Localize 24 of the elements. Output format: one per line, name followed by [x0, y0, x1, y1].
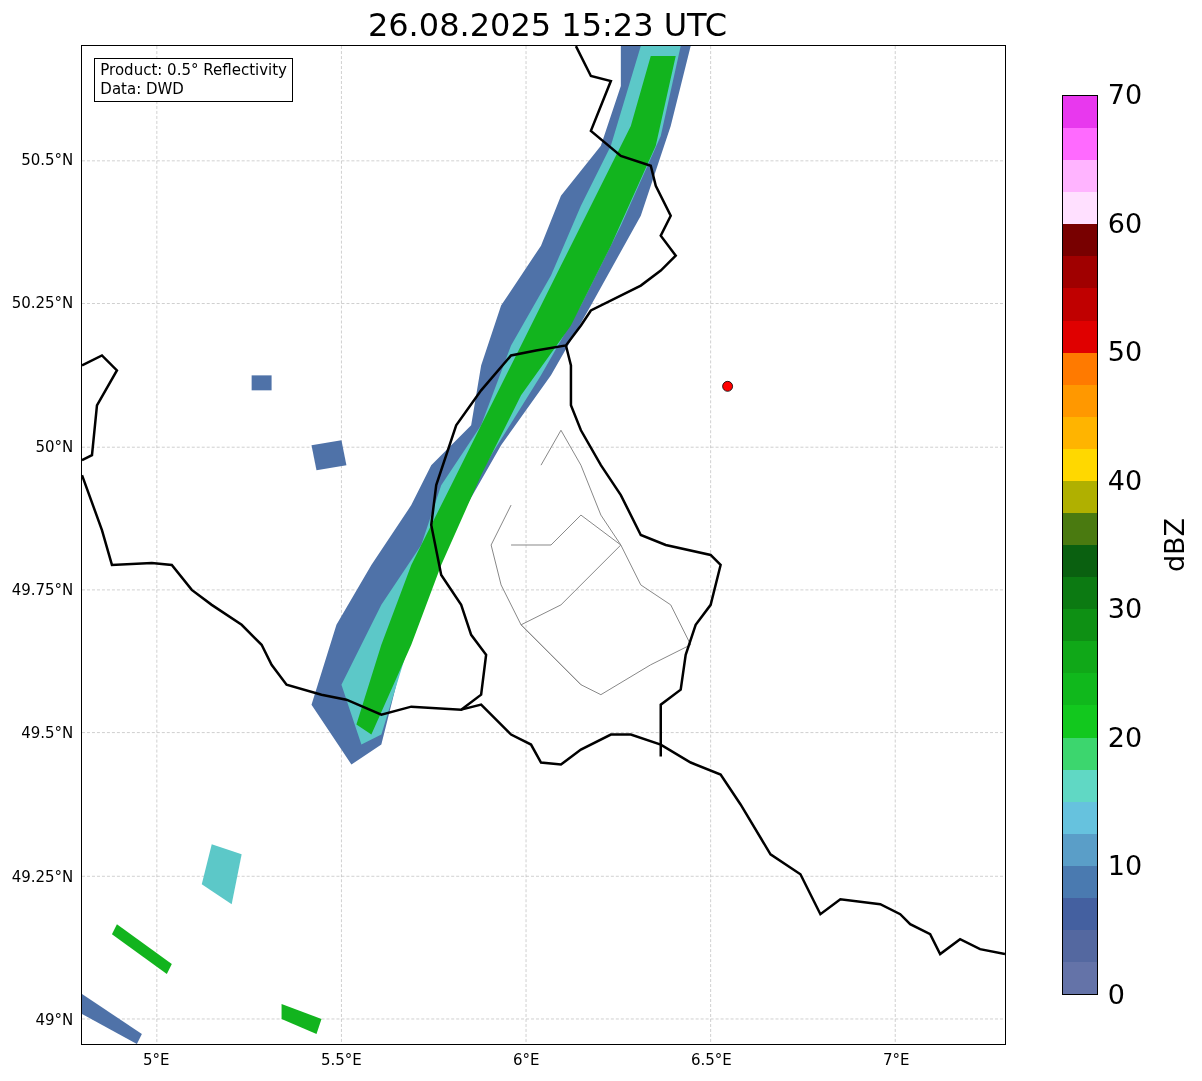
colorbar-tick-label: 40	[1107, 465, 1143, 496]
longitude-label: 6.5°E	[690, 1051, 732, 1069]
latitude-label: 49.75°N	[11, 580, 74, 599]
longitude-label: 5°E	[143, 1051, 170, 1069]
colorbar-tick-label: 70	[1107, 80, 1143, 110]
colorbar-tick-label: 20	[1107, 722, 1143, 753]
colorbar-tick-label: 60	[1107, 208, 1143, 239]
colorbar-label: dBZ	[1159, 517, 1190, 573]
latitude-label: 50°N	[35, 437, 74, 456]
latitude-label: 49.25°N	[11, 867, 74, 886]
chart-title: 26.08.2025 15:23 UTC	[367, 5, 728, 45]
legend-text: Product: 0.5° Reflectivity	[100, 61, 287, 80]
latitude-label: 50.25°N	[11, 294, 74, 313]
longitude-label: 5.5°E	[320, 1051, 362, 1069]
legend-text: Data: DWD	[100, 80, 185, 99]
colorbar-tick-label: 10	[1107, 851, 1143, 882]
longitude-label: 6°E	[513, 1051, 540, 1069]
colorbar-tick-label: 50	[1107, 337, 1143, 368]
colorbar-tick-label: 0	[1107, 980, 1125, 1010]
latitude-label: 49.5°N	[21, 724, 74, 743]
latitude-label: 49°N	[35, 1010, 74, 1029]
colorbar-tick-label: 30	[1107, 594, 1143, 625]
longitude-label: 7°E	[883, 1051, 910, 1069]
latitude-label: 50.5°N	[21, 151, 74, 169]
